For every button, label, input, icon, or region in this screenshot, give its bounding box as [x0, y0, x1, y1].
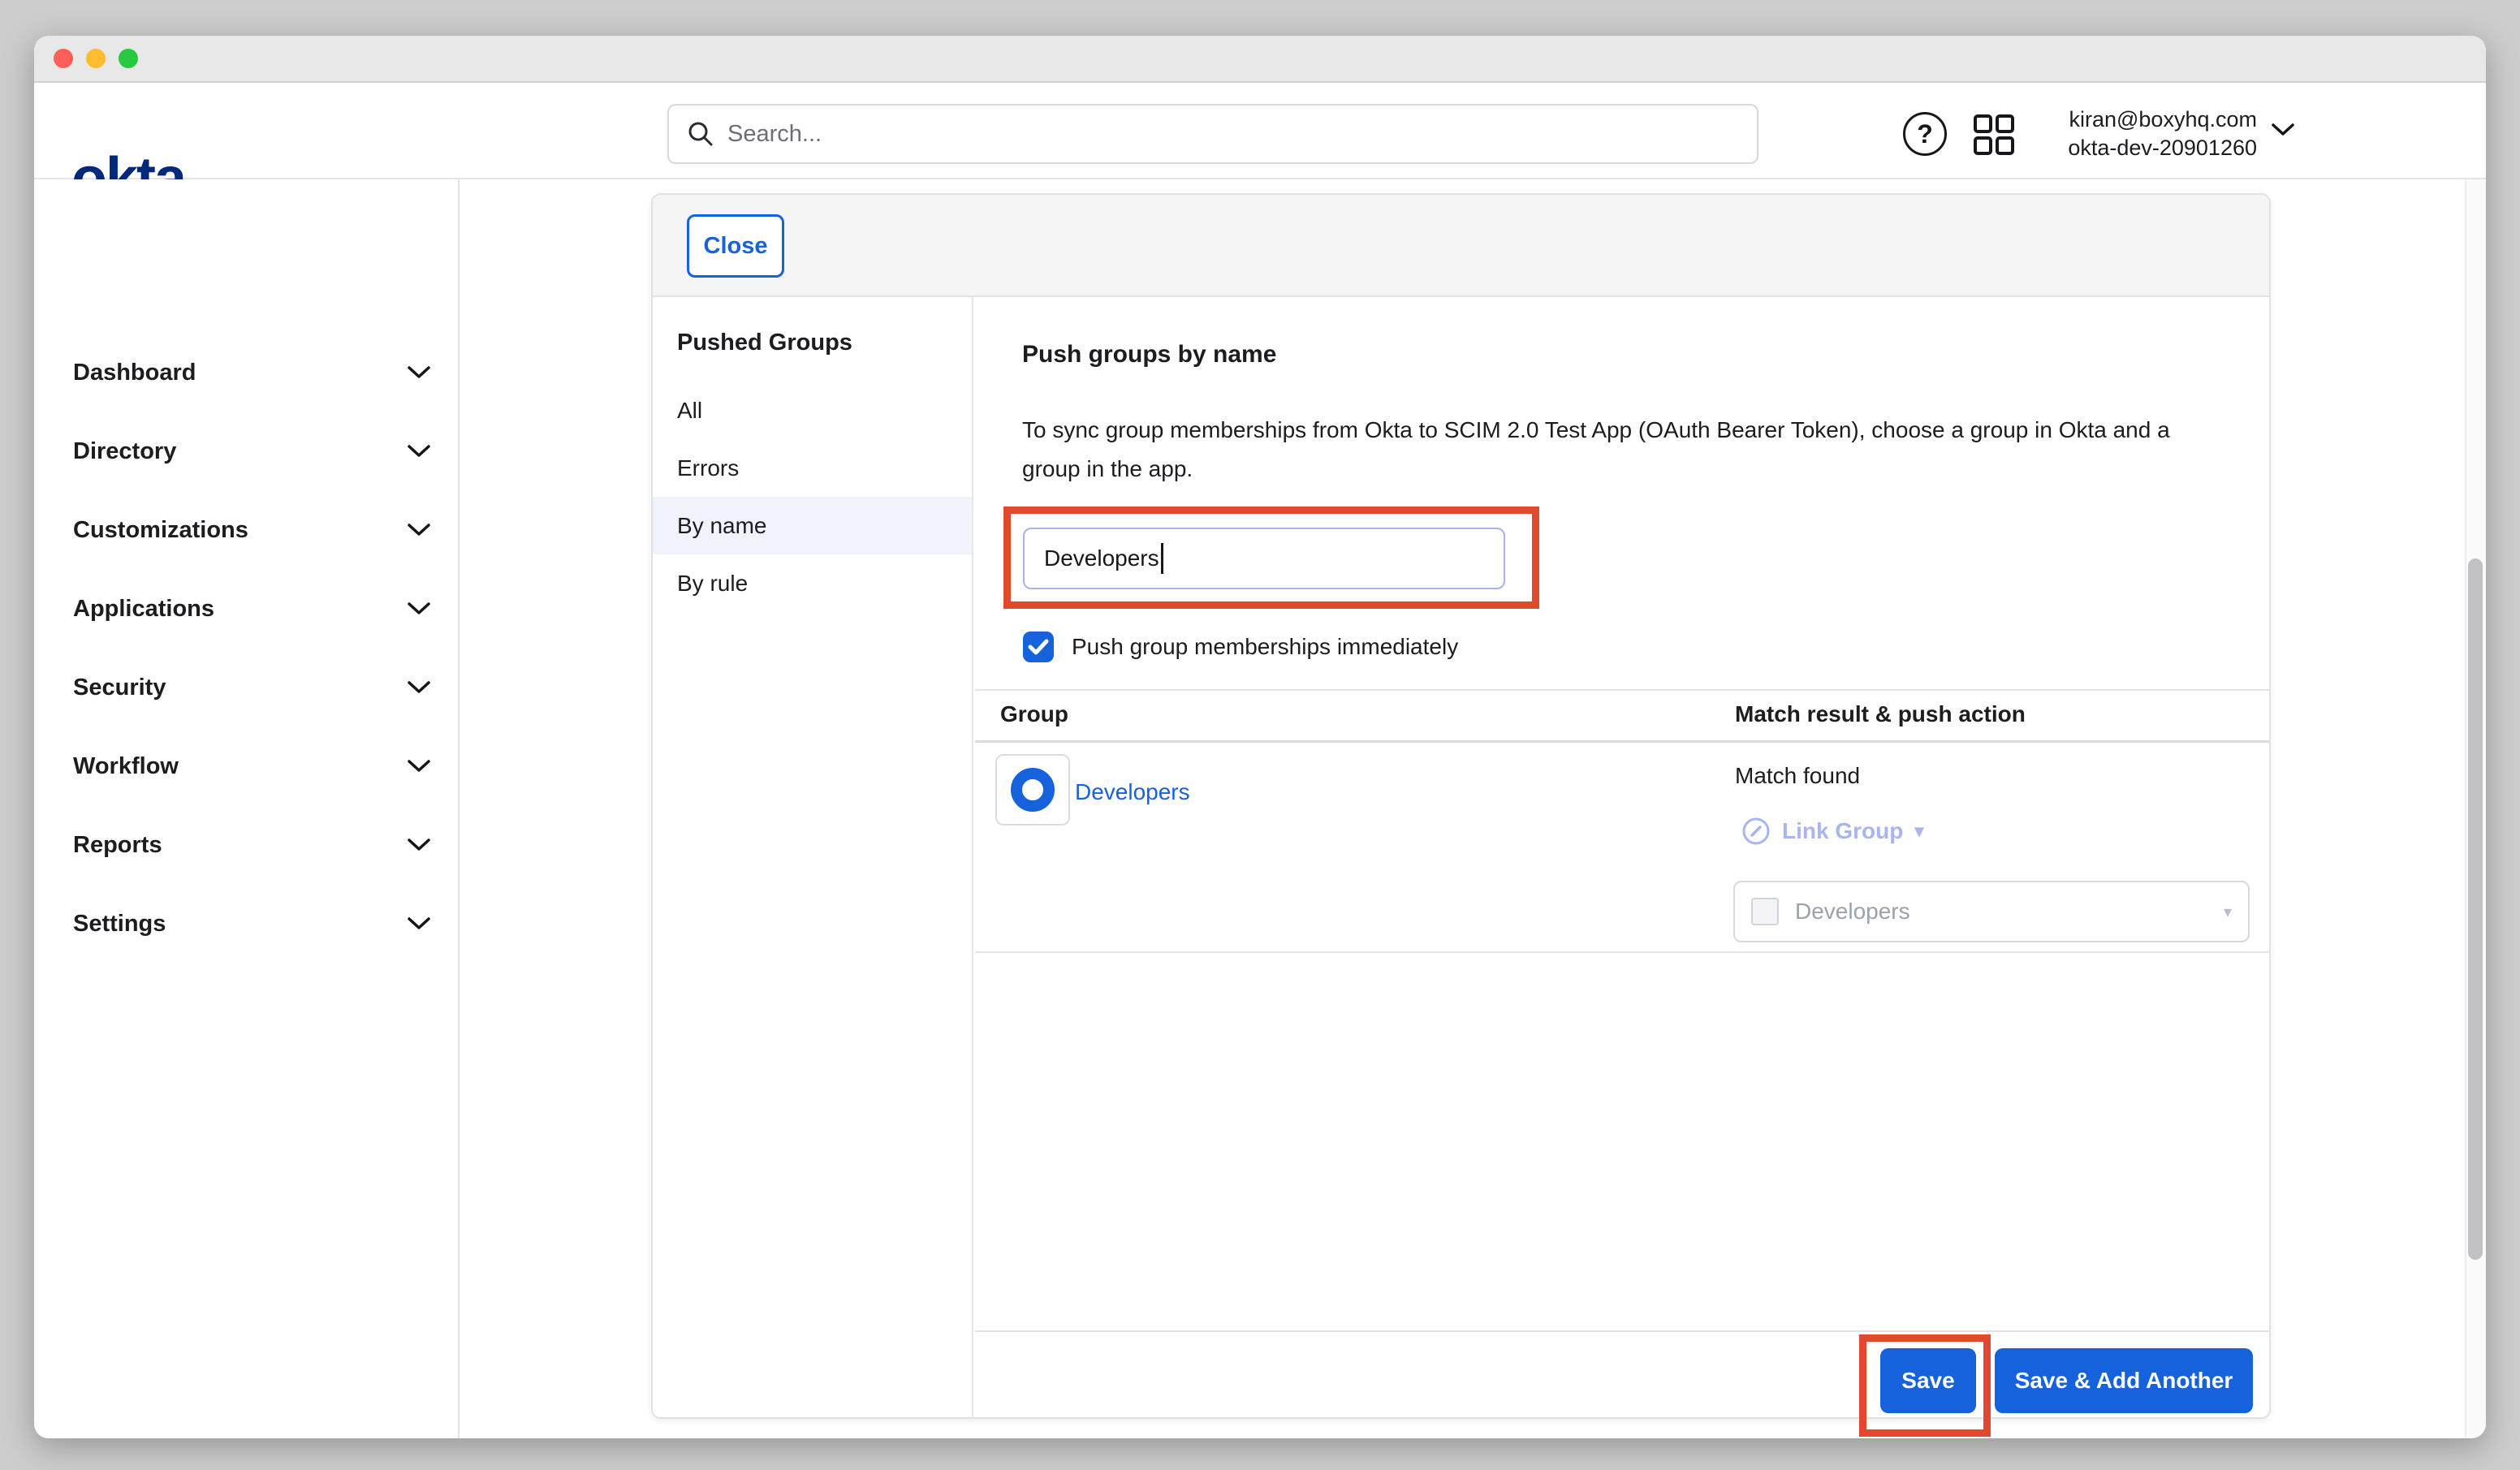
app-group-placeholder-icon: [1751, 898, 1779, 925]
pushed-groups-title: Pushed Groups: [677, 330, 852, 356]
group-name-link[interactable]: Developers: [1075, 779, 1190, 805]
account-chevron-down-icon[interactable]: [2272, 123, 2294, 136]
save-and-add-another-button[interactable]: Save & Add Another: [1995, 1348, 2253, 1413]
sidebar-item-settings[interactable]: Settings: [34, 906, 458, 942]
row-bottom-divider: [975, 951, 2269, 953]
push-immediately-checkbox[interactable]: [1023, 632, 1054, 662]
group-name-value: Developers: [1044, 545, 1159, 571]
okta-group-icon: [1011, 768, 1055, 812]
minimize-window-icon[interactable]: [86, 49, 106, 68]
push-immediately-row: Push group memberships immediately: [1023, 632, 1458, 662]
global-search[interactable]: [667, 104, 1758, 164]
sidebar-item-security[interactable]: Security: [34, 670, 458, 705]
link-icon: [1741, 817, 1771, 846]
nav-item-by-name[interactable]: By name: [653, 497, 972, 554]
match-status: Match found: [1735, 763, 1860, 789]
dropdown-triangle-icon: ▾: [1914, 821, 1923, 842]
chevron-down-icon: [408, 760, 430, 773]
search-input[interactable]: [727, 121, 1739, 148]
chevron-down-icon: [408, 445, 430, 458]
sidebar-item-customizations[interactable]: Customizations: [34, 512, 458, 548]
dialog-body: Push groups by name To sync group member…: [975, 297, 2269, 1417]
pushed-groups-nav: Pushed Groups All Errors By name By rule: [653, 297, 973, 1417]
dialog-header: Close: [653, 195, 2269, 297]
sidebar-item-directory[interactable]: Directory: [34, 433, 458, 469]
select-triangle-icon: ▾: [2224, 902, 2232, 922]
group-name-input[interactable]: Developers: [1023, 528, 1505, 589]
sidebar-item-applications[interactable]: Applications: [34, 591, 458, 627]
nav-item-by-rule[interactable]: By rule: [653, 554, 972, 612]
nav-item-errors[interactable]: Errors: [653, 439, 972, 497]
footer-divider: [975, 1330, 2269, 1332]
link-group-label: Link Group: [1782, 818, 1903, 844]
nav-item-all[interactable]: All: [653, 382, 972, 439]
app-group-selected-value: Developers: [1795, 899, 2207, 925]
account-email: kiran@boxyhq.com: [2069, 106, 2257, 134]
text-caret: [1161, 543, 1163, 574]
chevron-down-icon: [408, 838, 430, 851]
chevron-down-icon: [408, 681, 430, 694]
top-navigation: okta ? kir: [34, 84, 2486, 179]
zoom-window-icon[interactable]: [119, 49, 138, 68]
section-description: To sync group memberships from Okta to S…: [1022, 411, 2228, 489]
link-group-dropdown[interactable]: Link Group ▾: [1741, 817, 1923, 846]
pushed-groups-dialog: Close Pushed Groups All Errors By name B…: [651, 193, 2271, 1419]
scrollbar-thumb[interactable]: [2468, 558, 2483, 1260]
window-titlebar: [34, 36, 2486, 83]
save-button[interactable]: Save: [1880, 1348, 1976, 1413]
section-heading: Push groups by name: [1022, 341, 1276, 369]
search-icon: [687, 120, 714, 148]
browser-window: okta ? kir: [34, 36, 2486, 1438]
chevron-down-icon: [408, 917, 430, 930]
sidebar-item-reports[interactable]: Reports: [34, 827, 458, 863]
account-menu[interactable]: kiran@boxyhq.com okta-dev-20901260: [2039, 102, 2257, 166]
group-icon-card: [995, 754, 1070, 826]
table-top-divider: [975, 689, 2269, 691]
chevron-down-icon: [408, 366, 430, 379]
column-header-match: Match result & push action: [1735, 701, 2026, 727]
apps-grid-icon[interactable]: [1973, 114, 2015, 156]
help-icon[interactable]: ?: [1903, 112, 1947, 156]
sidebar-item-workflow[interactable]: Workflow: [34, 748, 458, 784]
close-button[interactable]: Close: [687, 214, 784, 278]
chevron-down-icon: [408, 602, 430, 615]
desktop-background: okta ? kir: [0, 0, 2520, 1470]
account-org: okta-dev-20901260: [2068, 134, 2257, 162]
table-header-divider: [975, 740, 2269, 743]
column-header-group: Group: [1000, 701, 1068, 727]
push-immediately-label: Push group memberships immediately: [1072, 634, 1458, 660]
close-window-icon[interactable]: [54, 49, 73, 68]
sidebar-item-dashboard[interactable]: Dashboard: [34, 355, 458, 390]
sidebar: Dashboard Directory Customizations Appli…: [34, 179, 460, 1438]
chevron-down-icon: [408, 524, 430, 537]
app-group-select[interactable]: Developers ▾: [1733, 881, 2250, 942]
